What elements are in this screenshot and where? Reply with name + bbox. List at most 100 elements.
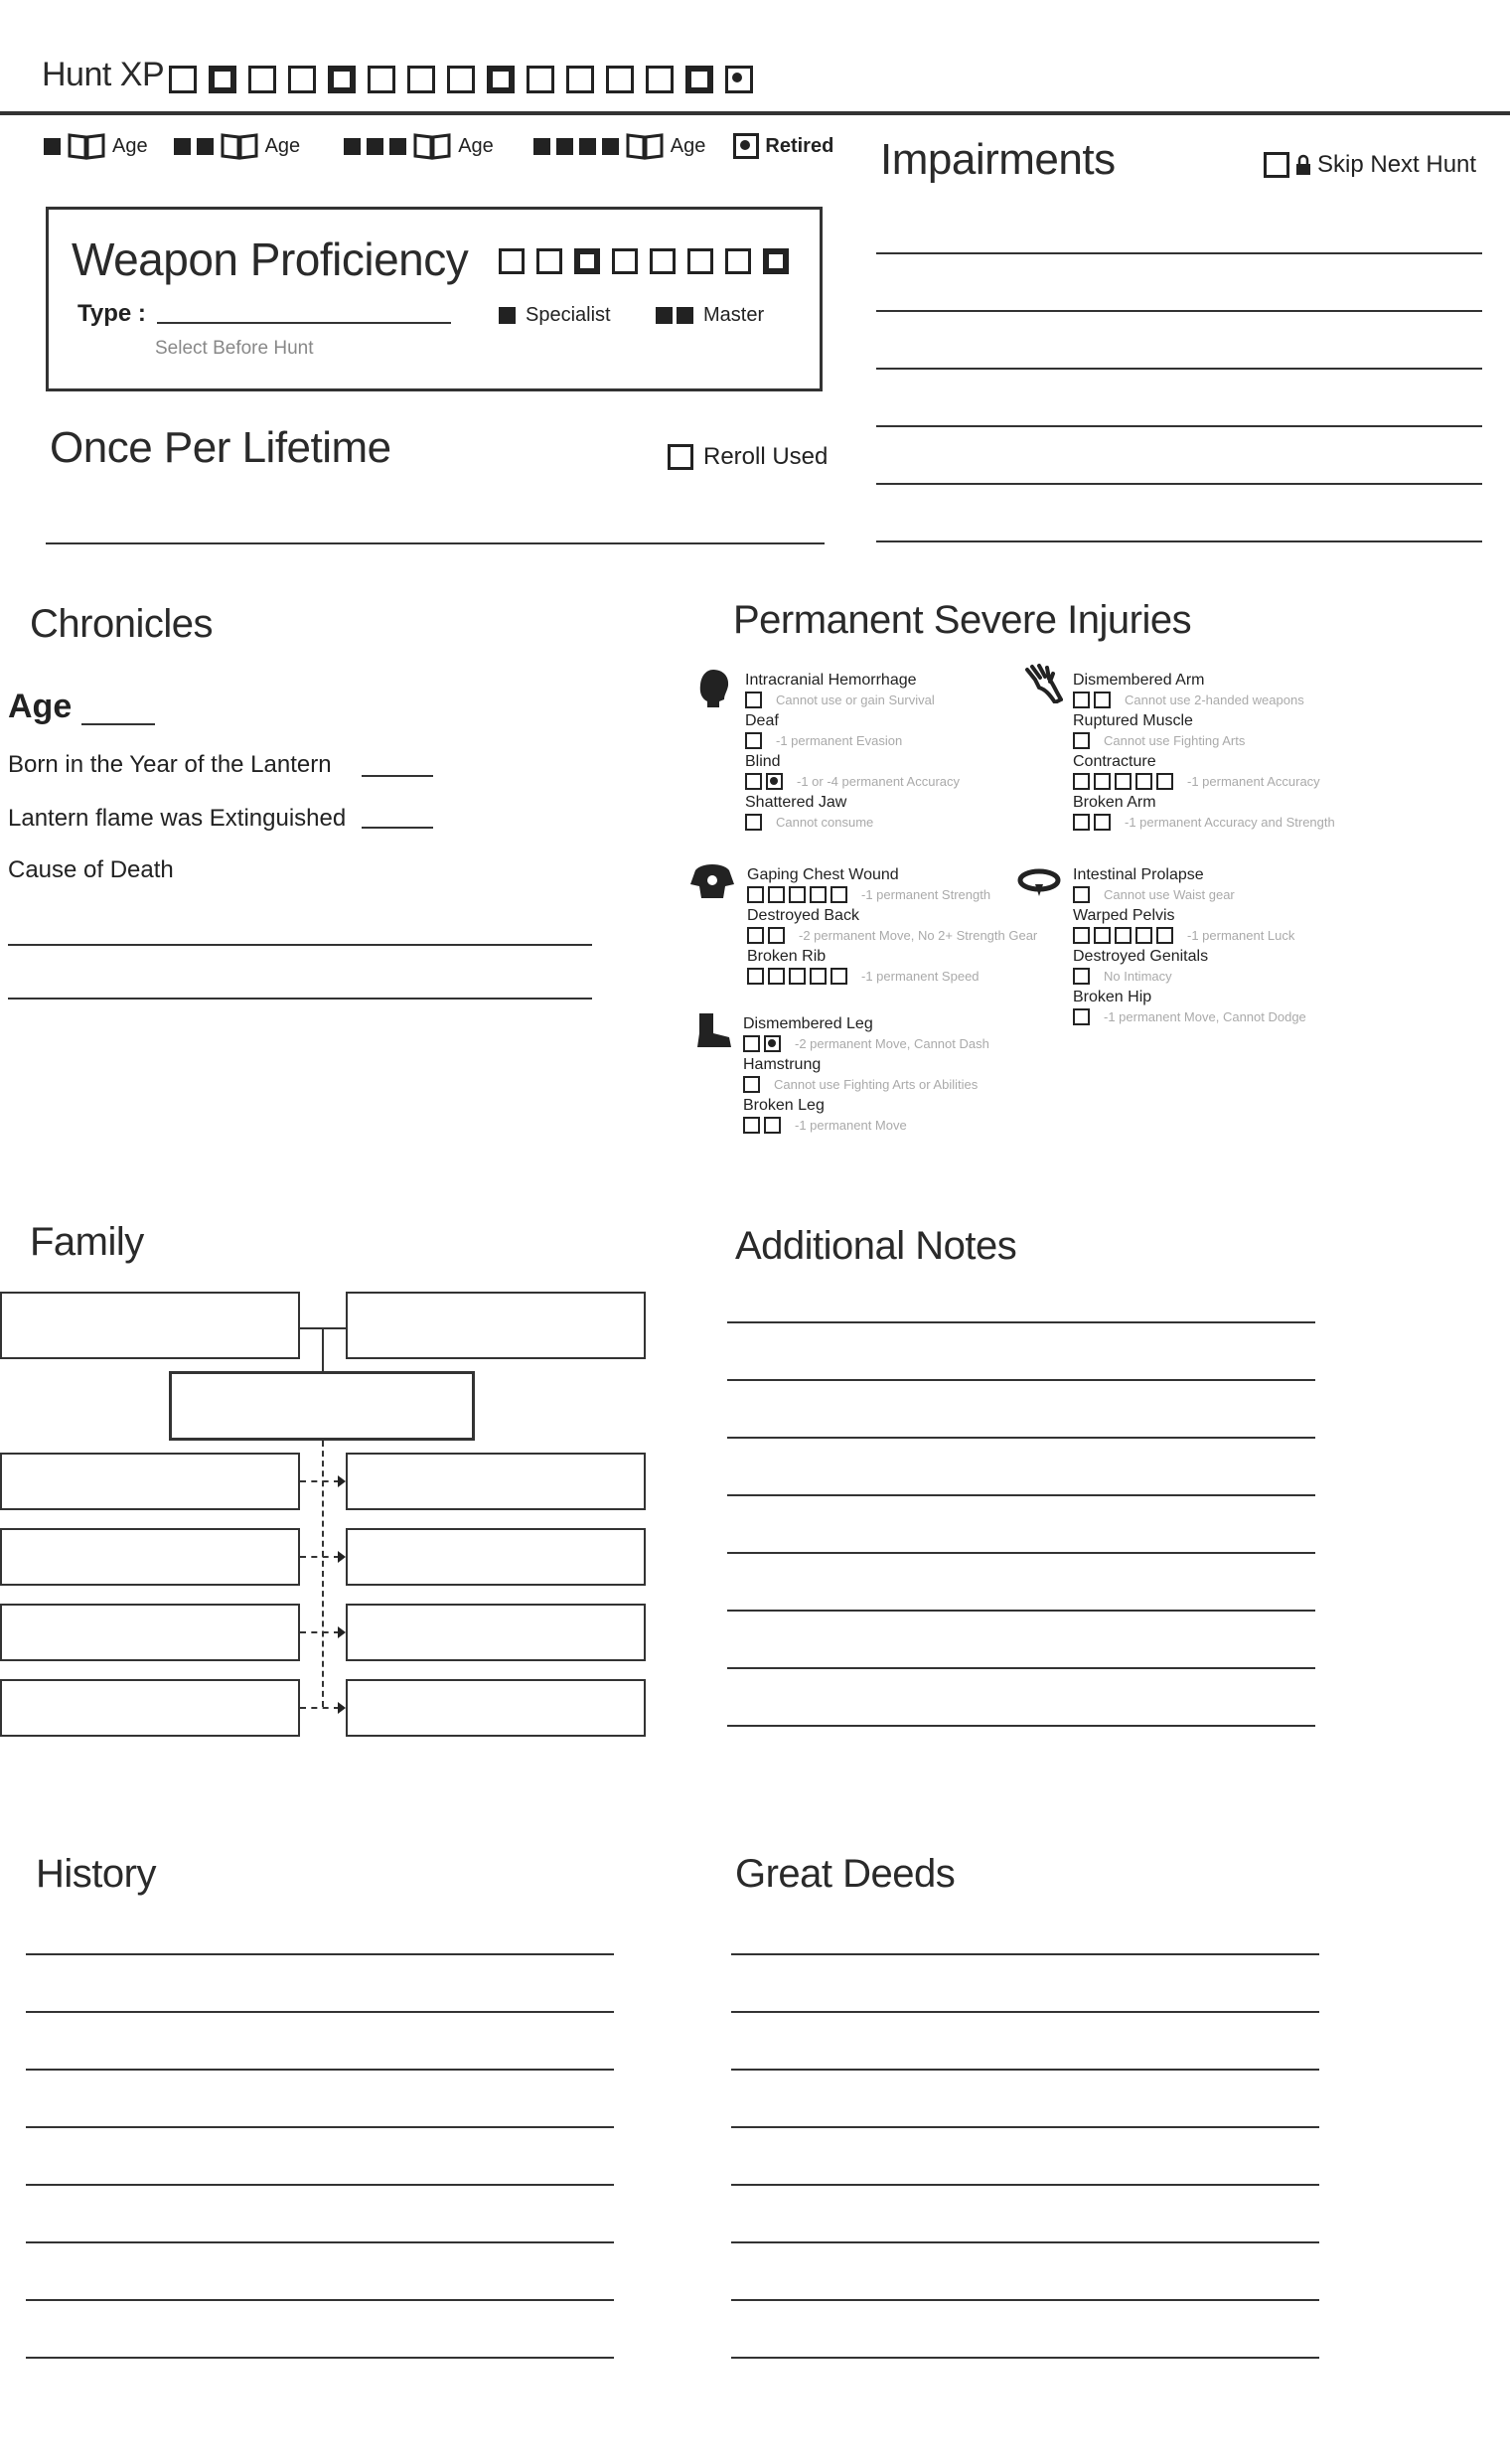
- injury-checkbox[interactable]: [810, 886, 827, 903]
- injury-checkbox[interactable]: [1156, 773, 1173, 790]
- age-milestone-box[interactable]: [173, 137, 191, 155]
- injury-checkbox[interactable]: [766, 773, 783, 790]
- injury-checkbox[interactable]: [745, 732, 762, 749]
- age-milestone-box[interactable]: [555, 137, 573, 155]
- injury-checkbox[interactable]: [1094, 692, 1111, 708]
- injury-checkbox[interactable]: [830, 968, 847, 985]
- notes-line[interactable]: [727, 1552, 1315, 1554]
- impairment-line[interactable]: [876, 310, 1482, 312]
- impairment-line[interactable]: [876, 540, 1482, 542]
- history-line[interactable]: [26, 2184, 614, 2186]
- xp-box[interactable]: [407, 66, 435, 93]
- history-line[interactable]: [26, 2241, 614, 2243]
- born-year-input-line[interactable]: [362, 775, 433, 777]
- history-line[interactable]: [26, 1953, 614, 1955]
- great-deeds-line[interactable]: [731, 2069, 1319, 2071]
- injury-checkbox[interactable]: [747, 886, 764, 903]
- injury-checkbox[interactable]: [789, 968, 806, 985]
- age-milestone-box[interactable]: [196, 137, 214, 155]
- xp-box[interactable]: [527, 66, 554, 93]
- injury-checkbox[interactable]: [768, 927, 785, 944]
- child-box[interactable]: [346, 1528, 646, 1586]
- self-box[interactable]: [169, 1371, 475, 1441]
- xp-box-milestone[interactable]: [487, 66, 515, 93]
- child-box[interactable]: [0, 1604, 300, 1661]
- injury-checkbox[interactable]: [810, 968, 827, 985]
- injury-checkbox[interactable]: [743, 1117, 760, 1134]
- xp-box[interactable]: [606, 66, 634, 93]
- age-milestone-box[interactable]: [367, 137, 384, 155]
- child-box[interactable]: [346, 1679, 646, 1737]
- age-milestone-box[interactable]: [389, 137, 407, 155]
- notes-line[interactable]: [727, 1725, 1315, 1727]
- proficiency-box[interactable]: [650, 248, 676, 274]
- once-per-lifetime-line[interactable]: [46, 542, 825, 544]
- injury-checkbox[interactable]: [764, 1035, 781, 1052]
- reroll-checkbox[interactable]: [668, 444, 693, 470]
- injury-checkbox[interactable]: [789, 886, 806, 903]
- injury-checkbox[interactable]: [1115, 927, 1132, 944]
- age-input-line[interactable]: [81, 723, 155, 725]
- injury-checkbox[interactable]: [743, 1035, 760, 1052]
- xp-box-milestone[interactable]: [328, 66, 356, 93]
- age-milestone-box[interactable]: [578, 137, 596, 155]
- injury-checkbox[interactable]: [1073, 886, 1090, 903]
- injury-checkbox[interactable]: [1115, 773, 1132, 790]
- injury-checkbox[interactable]: [768, 968, 785, 985]
- xp-box-retire[interactable]: [725, 66, 753, 93]
- impairment-line[interactable]: [876, 425, 1482, 427]
- injury-checkbox[interactable]: [1135, 927, 1152, 944]
- history-line[interactable]: [26, 2011, 614, 2013]
- proficiency-box[interactable]: [536, 248, 562, 274]
- xp-box[interactable]: [248, 66, 276, 93]
- proficiency-box-master[interactable]: [763, 248, 789, 274]
- proficiency-box[interactable]: [687, 248, 713, 274]
- retired-box[interactable]: [733, 133, 760, 159]
- child-box[interactable]: [0, 1528, 300, 1586]
- notes-line[interactable]: [727, 1667, 1315, 1669]
- impairment-line[interactable]: [876, 252, 1482, 254]
- impairment-line[interactable]: [876, 483, 1482, 485]
- injury-checkbox[interactable]: [1135, 773, 1152, 790]
- notes-line[interactable]: [727, 1494, 1315, 1496]
- extinguished-input-line[interactable]: [362, 827, 433, 829]
- child-box[interactable]: [0, 1453, 300, 1510]
- age-milestone-box[interactable]: [44, 137, 61, 155]
- great-deeds-line[interactable]: [731, 1953, 1319, 1955]
- history-line[interactable]: [26, 2126, 614, 2128]
- great-deeds-line[interactable]: [731, 2184, 1319, 2186]
- injury-checkbox[interactable]: [1156, 927, 1173, 944]
- xp-box-milestone[interactable]: [209, 66, 236, 93]
- proficiency-box[interactable]: [612, 248, 638, 274]
- xp-box-milestone[interactable]: [685, 66, 713, 93]
- injury-checkbox[interactable]: [764, 1117, 781, 1134]
- child-box[interactable]: [0, 1679, 300, 1737]
- child-box[interactable]: [346, 1604, 646, 1661]
- injury-checkbox[interactable]: [830, 886, 847, 903]
- notes-line[interactable]: [727, 1379, 1315, 1381]
- injury-checkbox[interactable]: [1094, 927, 1111, 944]
- great-deeds-line[interactable]: [731, 2126, 1319, 2128]
- xp-box[interactable]: [288, 66, 316, 93]
- injury-checkbox[interactable]: [745, 773, 762, 790]
- proficiency-box[interactable]: [725, 248, 751, 274]
- history-line[interactable]: [26, 2357, 614, 2359]
- injury-checkbox[interactable]: [1073, 732, 1090, 749]
- xp-box[interactable]: [368, 66, 395, 93]
- parent-box[interactable]: [0, 1292, 300, 1359]
- injury-checkbox[interactable]: [1094, 773, 1111, 790]
- impairment-line[interactable]: [876, 368, 1482, 370]
- notes-line[interactable]: [727, 1437, 1315, 1439]
- history-line[interactable]: [26, 2299, 614, 2301]
- xp-box[interactable]: [447, 66, 475, 93]
- injury-checkbox[interactable]: [1073, 773, 1090, 790]
- injury-checkbox[interactable]: [1073, 814, 1090, 831]
- age-milestone-box[interactable]: [532, 137, 550, 155]
- injury-checkbox[interactable]: [747, 968, 764, 985]
- history-line[interactable]: [26, 2069, 614, 2071]
- xp-box[interactable]: [566, 66, 594, 93]
- weapon-type-input-line[interactable]: [157, 322, 451, 324]
- cause-of-death-line[interactable]: [8, 944, 592, 946]
- great-deeds-line[interactable]: [731, 2299, 1319, 2301]
- age-milestone-box[interactable]: [344, 137, 362, 155]
